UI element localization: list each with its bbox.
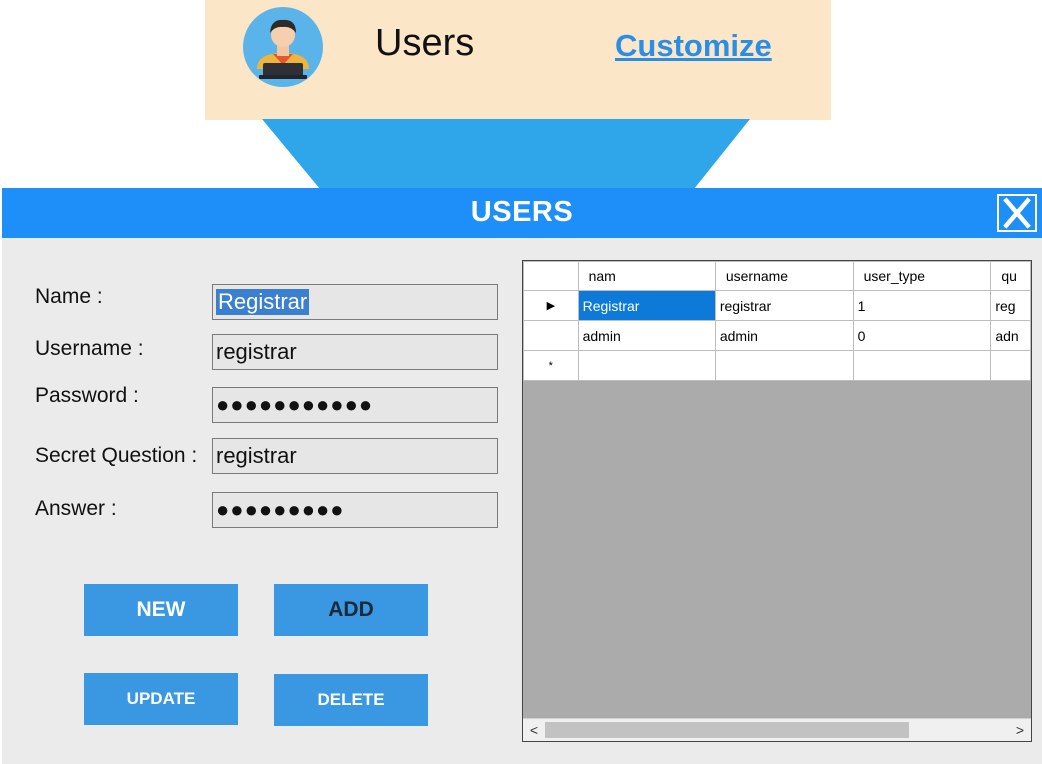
customize-link[interactable]: Customize [615,28,772,64]
scrollbar-thumb[interactable] [545,722,909,738]
scroll-right-icon[interactable]: > [1011,720,1029,740]
name-label: Name : [35,285,103,308]
table-row[interactable]: admin admin 0 adn [523,320,1031,351]
users-window: USERS Name : Username : Password : Secre… [2,188,1042,764]
column-header-user-type[interactable]: user_type [852,261,992,291]
delete-button[interactable]: DELETE [274,674,428,726]
row-indicator-new[interactable]: * [523,350,579,381]
callout-connector [262,119,750,189]
password-field[interactable]: ●●●●●●●●●●● [212,387,498,423]
row-indicator[interactable] [523,320,579,351]
window-title: USERS [470,196,574,228]
row-indicator-current[interactable]: ▶ [523,290,579,321]
table-row[interactable]: ▶ Registrar registrar 1 reg [523,290,1031,321]
table-cell[interactable]: reg [990,290,1031,321]
name-field-value: Registrar [216,289,310,315]
users-callout: Users Customize [205,0,831,120]
username-label: Username : [35,337,144,360]
column-header-question[interactable]: qu [990,261,1031,291]
table-cell[interactable] [577,350,716,381]
username-field-value: registrar [216,339,297,364]
table-row-new[interactable]: * [523,350,1031,381]
callout-title: Users [375,22,475,64]
table-cell[interactable]: 1 [852,290,992,321]
secret-question-field[interactable]: registrar [212,438,498,474]
users-grid[interactable]: nam username user_type qu ▶ Registrar re… [522,260,1032,742]
table-cell[interactable]: adn [990,320,1031,351]
horizontal-scrollbar[interactable]: < > [523,718,1031,741]
column-header-nam[interactable]: nam [577,261,716,291]
grid-header-row: nam username user_type qu [523,261,1031,291]
table-cell[interactable]: admin [714,320,854,351]
table-cell[interactable] [714,350,854,381]
update-button[interactable]: UPDATE [84,673,238,725]
table-cell[interactable]: Registrar [577,290,716,321]
table-cell[interactable]: 0 [852,320,992,351]
close-icon [1003,197,1031,229]
table-cell[interactable]: registrar [714,290,854,321]
table-cell[interactable]: admin [577,320,716,351]
scroll-left-icon[interactable]: < [525,720,543,740]
column-header-username[interactable]: username [714,261,854,291]
answer-label: Answer : [35,497,117,520]
secret-question-field-value: registrar [216,443,297,468]
close-button[interactable] [997,194,1037,232]
secret-question-label: Secret Question : [35,444,198,467]
table-cell[interactable] [990,350,1031,381]
password-label: Password : [35,384,139,407]
window-titlebar: USERS [2,188,1042,238]
table-cell[interactable] [852,350,992,381]
name-field[interactable]: Registrar [212,284,498,320]
answer-field-value: ●●●●●●●●● [216,497,345,522]
grid-corner-cell [523,261,579,291]
username-field[interactable]: registrar [212,334,498,370]
users-table: nam username user_type qu ▶ Registrar re… [523,261,1031,381]
new-button[interactable]: NEW [84,584,238,636]
answer-field[interactable]: ●●●●●●●●● [212,492,498,528]
add-button[interactable]: ADD [274,584,428,636]
password-field-value: ●●●●●●●●●●● [216,392,374,417]
user-avatar-icon [243,7,323,87]
